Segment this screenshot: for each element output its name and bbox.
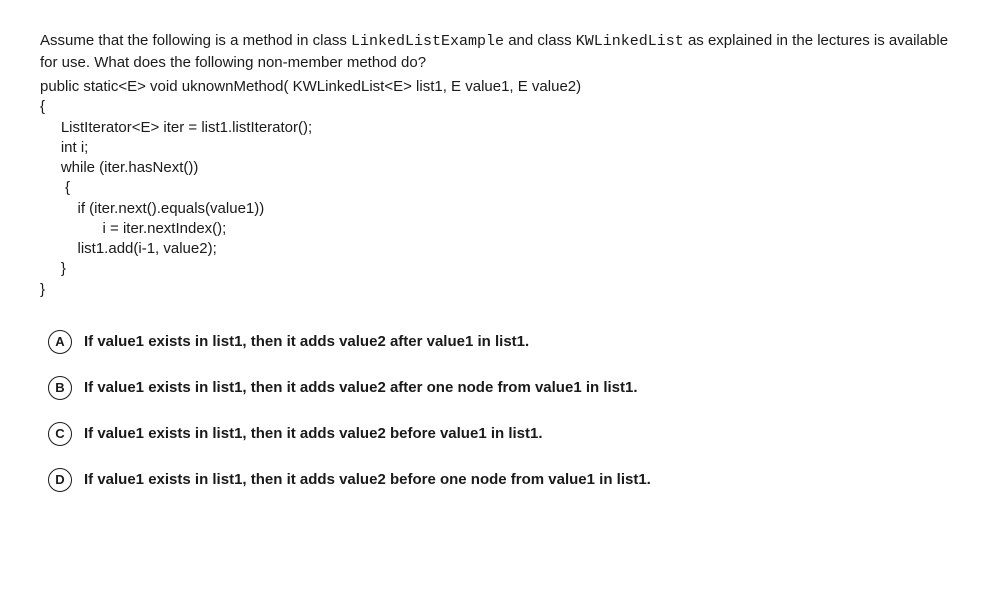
code-class1: LinkedListExample <box>351 33 504 50</box>
option-letter: C <box>48 422 72 446</box>
question-prompt: Assume that the following is a method in… <box>40 30 967 73</box>
option-text: If value1 exists in list1, then it adds … <box>84 469 651 490</box>
option-letter: A <box>48 330 72 354</box>
option-letter: B <box>48 376 72 400</box>
option-text: If value1 exists in list1, then it adds … <box>84 331 529 352</box>
option-letter: D <box>48 468 72 492</box>
option-text: If value1 exists in list1, then it adds … <box>84 423 543 444</box>
option-b[interactable]: B If value1 exists in list1, then it add… <box>48 376 967 400</box>
question-intro-pre: Assume that the following is a method in… <box>40 32 351 49</box>
option-a[interactable]: A If value1 exists in list1, then it add… <box>48 330 967 354</box>
option-c[interactable]: C If value1 exists in list1, then it add… <box>48 422 967 446</box>
question-intro-mid1: and class <box>504 32 576 49</box>
option-text: If value1 exists in list1, then it adds … <box>84 377 638 398</box>
code-class2: KWLinkedList <box>576 33 684 50</box>
code-block: public static<E> void uknownMethod( KWLi… <box>40 77 967 300</box>
option-d[interactable]: D If value1 exists in list1, then it add… <box>48 468 967 492</box>
options-list: A If value1 exists in list1, then it add… <box>48 330 967 492</box>
